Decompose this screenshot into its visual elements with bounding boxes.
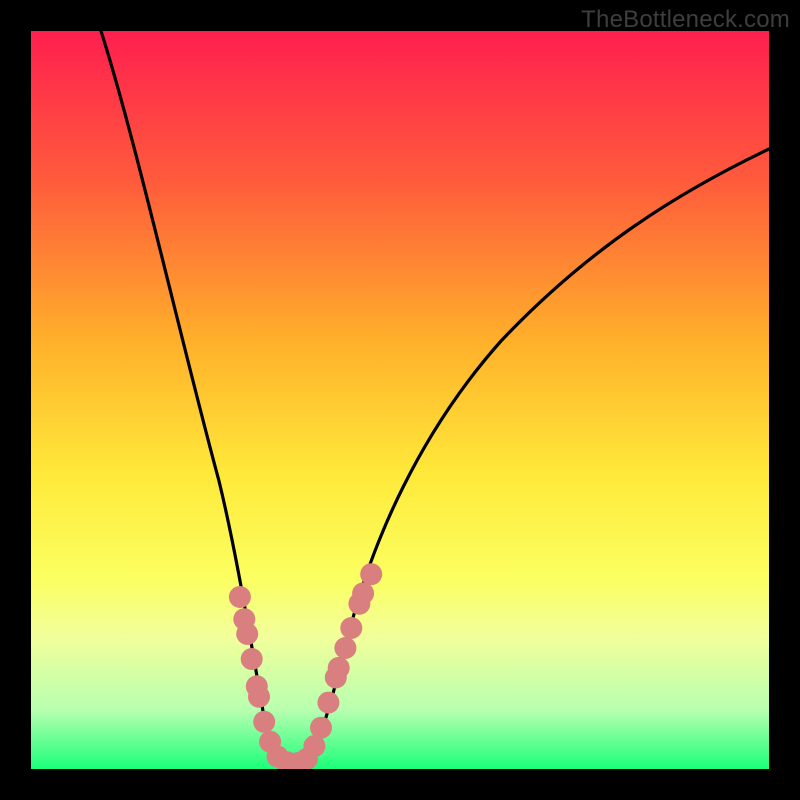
dot [334, 637, 356, 659]
dot [241, 648, 263, 670]
dot [229, 586, 251, 608]
curve-right-branch [306, 149, 769, 765]
dot [248, 686, 270, 708]
dot [310, 717, 332, 739]
watermark-text: TheBottleneck.com [581, 6, 790, 34]
dot [328, 657, 350, 679]
dot [236, 623, 258, 645]
chart-svg [31, 31, 769, 769]
curve-group [101, 31, 769, 766]
dot [340, 617, 362, 639]
dot [253, 711, 275, 733]
dot [352, 582, 374, 604]
dot [360, 563, 382, 585]
outer-frame: TheBottleneck.com [0, 0, 800, 800]
dot [317, 692, 339, 714]
plot-area [31, 31, 769, 769]
dot-overlay-group [229, 563, 382, 769]
